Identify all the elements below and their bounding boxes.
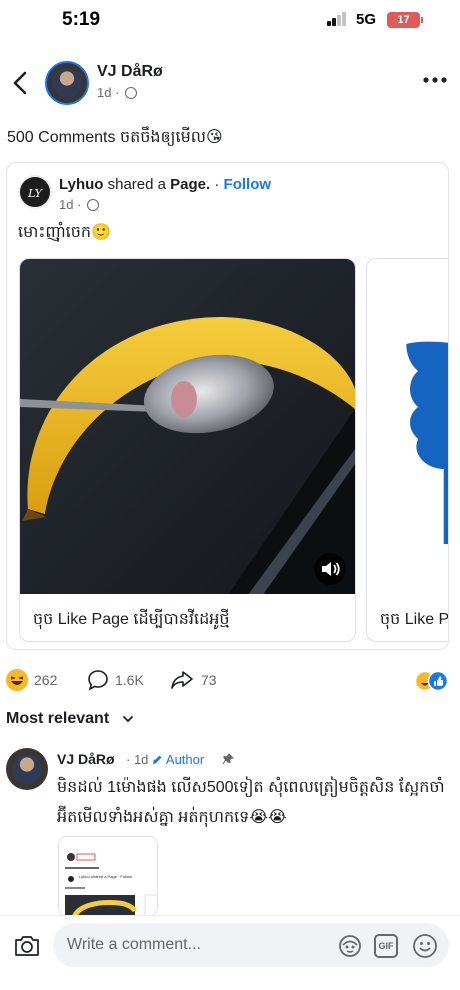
globe-icon: [125, 87, 138, 99]
camera-icon: [15, 936, 39, 956]
speech-bubble-icon: [88, 670, 108, 691]
pencil-icon: [153, 755, 162, 764]
comment-count[interactable]: 1.6K: [115, 672, 144, 688]
shared-post-card[interactable]: LY Lyhuo shared a Page. · Follow 1d · មោ…: [6, 162, 449, 650]
shared-time: 1d ·: [59, 197, 82, 212]
network-label: 5G: [356, 11, 377, 28]
shared-text: shared a: [103, 176, 171, 193]
follow-link[interactable]: Follow: [224, 176, 272, 193]
status-time: 5:19: [62, 9, 101, 30]
video-thumbnail[interactable]: [367, 259, 449, 594]
author-label: Author: [165, 752, 205, 767]
page-word[interactable]: Page.: [170, 176, 210, 193]
pin-icon: [222, 753, 234, 768]
camera-button[interactable]: [13, 933, 41, 959]
shared-meta: 1d ·: [59, 197, 100, 212]
thumb-text: Lyhuo shared a Page · Follow: [79, 874, 132, 879]
reactions-row: 262 1.6K 73: [0, 668, 460, 694]
comment-image-thumbnail[interactable]: Lyhuo shared a Page · Follow: [58, 836, 158, 916]
haha-face-icon: [6, 669, 28, 691]
video-card-caption[interactable]: ចុច Like Page ដើម្បីបានវីដេអូថ្មី: [33, 608, 230, 632]
page-logo[interactable]: LY: [18, 175, 52, 209]
status-bar: 5:19 5G 17: [0, 0, 460, 44]
ellipsis-icon: [423, 77, 447, 83]
shared-caption: មោះញ៉ាំចេក🙂: [18, 224, 111, 241]
video-card-caption[interactable]: ចុច Like Pa: [380, 608, 448, 632]
video-card[interactable]: ចុច Like Page ដើម្បីបានវីដេអូថ្មី: [19, 258, 356, 642]
reaction-summary[interactable]: [414, 670, 454, 692]
poster-name[interactable]: VJ DåRø: [97, 63, 163, 81]
chevron-left-icon: [13, 71, 27, 95]
author-badge: Author: [152, 752, 204, 767]
cellular-signal-icon: [327, 12, 349, 26]
video-thumbnail[interactable]: [20, 259, 355, 594]
post-meta: 1d ·: [97, 85, 138, 100]
share-arrow-icon: [171, 671, 193, 689]
video-card[interactable]: ចុច Like Pa: [366, 258, 449, 642]
smiley-icon: [413, 934, 437, 958]
commenter-avatar[interactable]: [6, 748, 48, 790]
globe-icon: [87, 199, 100, 211]
share-count[interactable]: 73: [201, 672, 217, 688]
share-icon[interactable]: [170, 669, 194, 691]
haha-like-icon: [414, 670, 449, 692]
avatar-sticker-button[interactable]: [338, 934, 362, 958]
separator: ·: [210, 176, 224, 193]
poster-avatar[interactable]: [45, 61, 89, 105]
comment-icon[interactable]: [87, 669, 109, 691]
avatar-image: [12, 754, 42, 784]
page-name[interactable]: Lyhuo: [59, 176, 103, 193]
commenter-name[interactable]: VJ DåRø: [57, 751, 115, 767]
post-time: 1d ·: [97, 85, 120, 100]
haha-reaction-icon[interactable]: [6, 669, 28, 691]
sort-dropdown[interactable]: Most relevant: [6, 710, 109, 728]
post-caption: 500 Comments ចតចឹងឲ្យមើល😘: [7, 129, 223, 146]
chevron-down-icon[interactable]: [121, 712, 135, 726]
more-options-button[interactable]: [421, 70, 449, 90]
gif-button[interactable]: GIF: [374, 934, 398, 958]
battery-tip: [421, 17, 423, 23]
speaker-icon: [322, 562, 340, 576]
share-line: Lyhuo shared a Page. · Follow: [59, 176, 271, 193]
emoji-button[interactable]: [412, 933, 438, 959]
volume-button[interactable]: [314, 553, 346, 585]
comment-composer: GIF: [0, 915, 460, 990]
avatar-sticker-icon: [339, 935, 361, 957]
reaction-count[interactable]: 262: [34, 672, 57, 688]
comment-text: មិនដល់ 1ម៉ោងផង លើស500ទៀត សុំពេលត្រៀមចិត្…: [57, 779, 445, 826]
avatar-image: [52, 68, 82, 98]
back-button[interactable]: [8, 68, 34, 98]
pin-shape: [222, 753, 234, 765]
battery-icon: 17: [387, 12, 420, 28]
